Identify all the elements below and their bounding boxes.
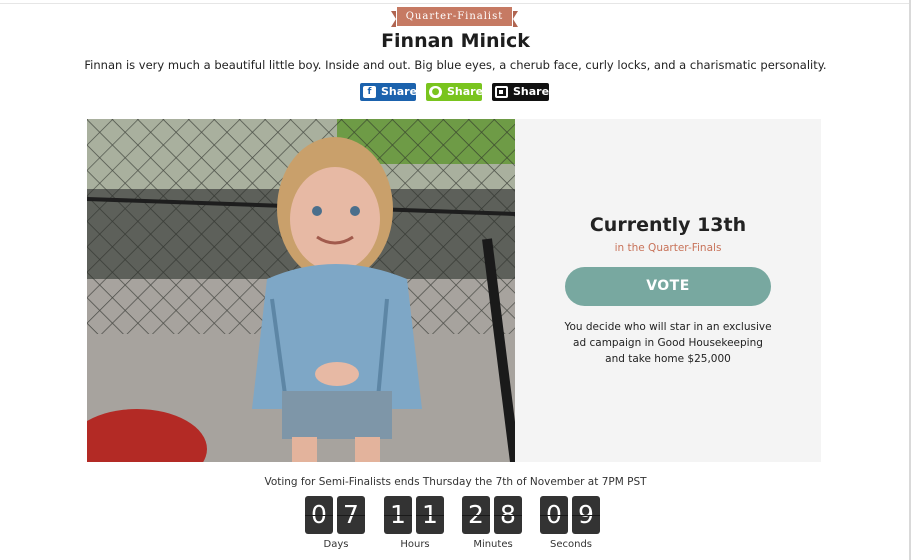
current-rank: Currently 13th — [589, 214, 747, 236]
countdown-digit: 7 — [337, 496, 365, 534]
share-label: Share — [513, 85, 550, 98]
qr-code-icon — [495, 86, 508, 98]
countdown-digit: 0 — [540, 496, 568, 534]
voting-deadline: Voting for Semi-Finalists ends Thursday … — [264, 476, 647, 488]
countdown-digit: 2 — [462, 496, 490, 534]
facebook-share-button[interactable]: f Share — [360, 83, 418, 101]
countdown-digit: 1 — [416, 496, 444, 534]
countdown-label: Days — [323, 539, 349, 550]
countdown-label: Seconds — [549, 539, 592, 550]
countdown-label: Minutes — [473, 539, 513, 550]
vote-button[interactable]: VOTE — [565, 267, 771, 306]
contestant-photo — [87, 119, 515, 462]
countdown-digit: 9 — [572, 496, 600, 534]
countdown-digit: 1 — [384, 496, 412, 534]
contestant-bio: Finnan is very much a beautiful little b… — [84, 58, 827, 72]
prize-description: You decide who will star in an exclusive… — [564, 321, 772, 365]
countdown-digit: 8 — [494, 496, 522, 534]
countdown-digit: 0 — [305, 496, 333, 534]
top-divider — [0, 0, 911, 4]
facebook-icon: f — [363, 86, 376, 98]
qr-share-button[interactable]: Share — [492, 83, 549, 101]
share-label: Share — [447, 85, 484, 98]
countdown-label: Hours — [400, 539, 430, 550]
contestant-name: Finnan Minick — [381, 30, 530, 52]
share-label: Share — [381, 85, 418, 98]
imessage-share-button[interactable]: ● Share — [426, 83, 484, 101]
round-label: in the Quarter-Finals — [614, 242, 722, 254]
imessage-icon: ● — [429, 86, 442, 98]
ranking-panel: Currently 13th in the Quarter-Finals VOT… — [515, 119, 821, 462]
quarter-finalist-badge: Quarter-Finalist — [391, 7, 518, 27]
